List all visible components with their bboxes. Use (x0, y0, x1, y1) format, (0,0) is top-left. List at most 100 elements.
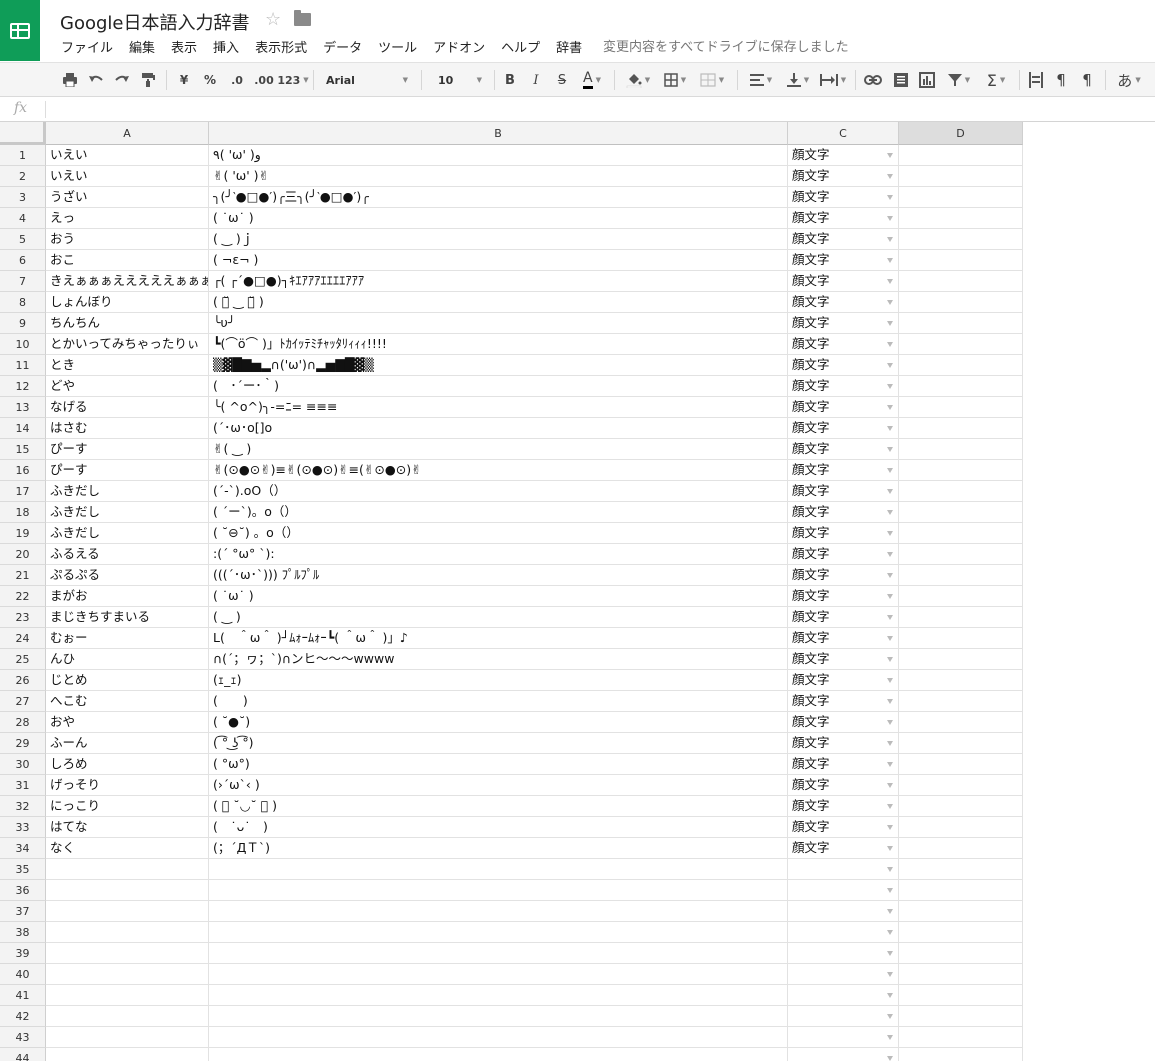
cell-kaomoji[interactable]: ╰( ^o^)╮-=ﾆ= ≡≡≡ (209, 397, 788, 418)
cell-kaomoji[interactable] (209, 1048, 788, 1061)
cell-category[interactable] (788, 922, 899, 943)
cell-kaomoji[interactable]: ✌( ‿ ) (209, 439, 788, 460)
cell-reading[interactable]: とかいってみちゃったりぃ (46, 334, 209, 355)
menu-edit[interactable]: 編集 (129, 37, 155, 56)
cell-empty[interactable] (899, 1027, 1023, 1048)
cell-empty[interactable] (899, 859, 1023, 880)
cell-reading[interactable]: まじきちすまいる (46, 607, 209, 628)
cell-kaomoji[interactable]: ( ˘●˘) (209, 712, 788, 733)
dropdown-arrow-icon[interactable] (887, 279, 893, 284)
cell-kaomoji[interactable] (209, 1006, 788, 1027)
dropdown-arrow-icon[interactable] (887, 573, 893, 578)
cell-reading[interactable] (46, 901, 209, 922)
menu-data[interactable]: データ (323, 37, 362, 56)
cell-empty[interactable] (899, 397, 1023, 418)
row-header[interactable]: 12 (0, 376, 46, 397)
row-header[interactable]: 9 (0, 313, 46, 334)
cell-empty[interactable] (899, 628, 1023, 649)
cell-empty[interactable] (899, 502, 1023, 523)
italic-button[interactable]: I (526, 69, 546, 91)
row-header[interactable]: 2 (0, 166, 46, 187)
cell-reading[interactable]: どや (46, 376, 209, 397)
cell-category[interactable]: 顔文字 (788, 628, 899, 649)
row-header[interactable]: 8 (0, 292, 46, 313)
dropdown-arrow-icon[interactable] (887, 594, 893, 599)
menu-file[interactable]: ファイル (61, 37, 113, 56)
cell-kaomoji[interactable]: ( ･̆ ‿ ･̆ ) (209, 292, 788, 313)
cell-reading[interactable]: はさむ (46, 418, 209, 439)
row-header[interactable]: 40 (0, 964, 46, 985)
strikethrough-button[interactable]: S (552, 69, 572, 91)
percent-button[interactable]: % (201, 69, 219, 91)
cell-empty[interactable] (899, 838, 1023, 859)
dropdown-arrow-icon[interactable] (887, 195, 893, 200)
row-header[interactable]: 18 (0, 502, 46, 523)
dropdown-arrow-icon[interactable] (887, 363, 893, 368)
cell-reading[interactable]: いえい (46, 166, 209, 187)
currency-button[interactable]: ¥ (175, 69, 193, 91)
cell-reading[interactable]: ふきだし (46, 523, 209, 544)
print-icon[interactable] (60, 69, 80, 91)
cell-reading[interactable] (46, 880, 209, 901)
cell-category[interactable] (788, 859, 899, 880)
cell-category[interactable]: 顔文字 (788, 355, 899, 376)
cell-kaomoji[interactable] (209, 901, 788, 922)
row-header[interactable]: 14 (0, 418, 46, 439)
cell-reading[interactable] (46, 922, 209, 943)
cell-category[interactable]: 顔文字 (788, 838, 899, 859)
comment-icon[interactable] (890, 69, 912, 91)
cell-reading[interactable]: ぷるぷる (46, 565, 209, 586)
cell-category[interactable]: 顔文字 (788, 229, 899, 250)
cell-reading[interactable]: ふきだし (46, 502, 209, 523)
cell-category[interactable]: 顔文字 (788, 376, 899, 397)
column-header-c[interactable]: C (788, 122, 899, 145)
cell-kaomoji[interactable] (209, 859, 788, 880)
dropdown-arrow-icon[interactable] (887, 489, 893, 494)
cell-empty[interactable] (899, 313, 1023, 334)
cell-reading[interactable] (46, 1006, 209, 1027)
cell-reading[interactable] (46, 1027, 209, 1048)
cell-kaomoji[interactable] (209, 985, 788, 1006)
cell-kaomoji[interactable]: (›´ω`‹ ) (209, 775, 788, 796)
dropdown-arrow-icon[interactable] (887, 552, 893, 557)
input-tools-button[interactable]: あ ▼ (1112, 69, 1146, 91)
cell-reading[interactable]: なげる (46, 397, 209, 418)
dropdown-arrow-icon[interactable] (887, 1056, 893, 1061)
cell-reading[interactable]: へこむ (46, 691, 209, 712)
cell-category[interactable]: 顔文字 (788, 208, 899, 229)
cell-kaomoji[interactable]: ( ･´ー･｀) (209, 376, 788, 397)
cell-kaomoji[interactable]: L( ＾ω＾ )┘ﾑｫｰﾑｫｰ┗( ＾ω＾ )」♪ (209, 628, 788, 649)
cell-kaomoji[interactable]: ╮(╯‵●□●′)╭三╮(╯‵●□●′)╭ (209, 187, 788, 208)
cell-empty[interactable] (899, 796, 1023, 817)
rtl-pilcrow-icon[interactable]: ¶ (1076, 69, 1098, 91)
cell-empty[interactable] (899, 334, 1023, 355)
cell-kaomoji[interactable] (209, 880, 788, 901)
row-header[interactable]: 7 (0, 271, 46, 292)
row-header[interactable]: 31 (0, 775, 46, 796)
cell-empty[interactable] (899, 1006, 1023, 1027)
cell-category[interactable]: 顔文字 (788, 460, 899, 481)
cell-reading[interactable]: えっ (46, 208, 209, 229)
cell-kaomoji[interactable]: :(´ °ω° `): (209, 544, 788, 565)
cell-category[interactable] (788, 964, 899, 985)
bold-button[interactable]: B (500, 69, 520, 91)
cell-kaomoji[interactable]: ( ¬ε¬ ) (209, 250, 788, 271)
dropdown-arrow-icon[interactable] (887, 993, 893, 998)
dropdown-arrow-icon[interactable] (887, 909, 893, 914)
cell-category[interactable]: 顔文字 (788, 523, 899, 544)
row-header[interactable]: 10 (0, 334, 46, 355)
row-header[interactable]: 36 (0, 880, 46, 901)
row-header[interactable]: 41 (0, 985, 46, 1006)
cell-kaomoji[interactable]: ┌( ┌´●□●)┐ｷｴｱｱｱｴｴｴｴｱｱｱ (209, 271, 788, 292)
row-header[interactable]: 34 (0, 838, 46, 859)
menu-addons[interactable]: アドオン (433, 37, 485, 56)
cell-category[interactable]: 顔文字 (788, 712, 899, 733)
cell-empty[interactable] (899, 418, 1023, 439)
dropdown-arrow-icon[interactable] (887, 867, 893, 872)
dropdown-arrow-icon[interactable] (887, 342, 893, 347)
cell-category[interactable]: 顔文字 (788, 166, 899, 187)
cell-category[interactable]: 顔文字 (788, 586, 899, 607)
cell-reading[interactable]: おう (46, 229, 209, 250)
dropdown-arrow-icon[interactable] (887, 321, 893, 326)
cell-empty[interactable] (899, 292, 1023, 313)
